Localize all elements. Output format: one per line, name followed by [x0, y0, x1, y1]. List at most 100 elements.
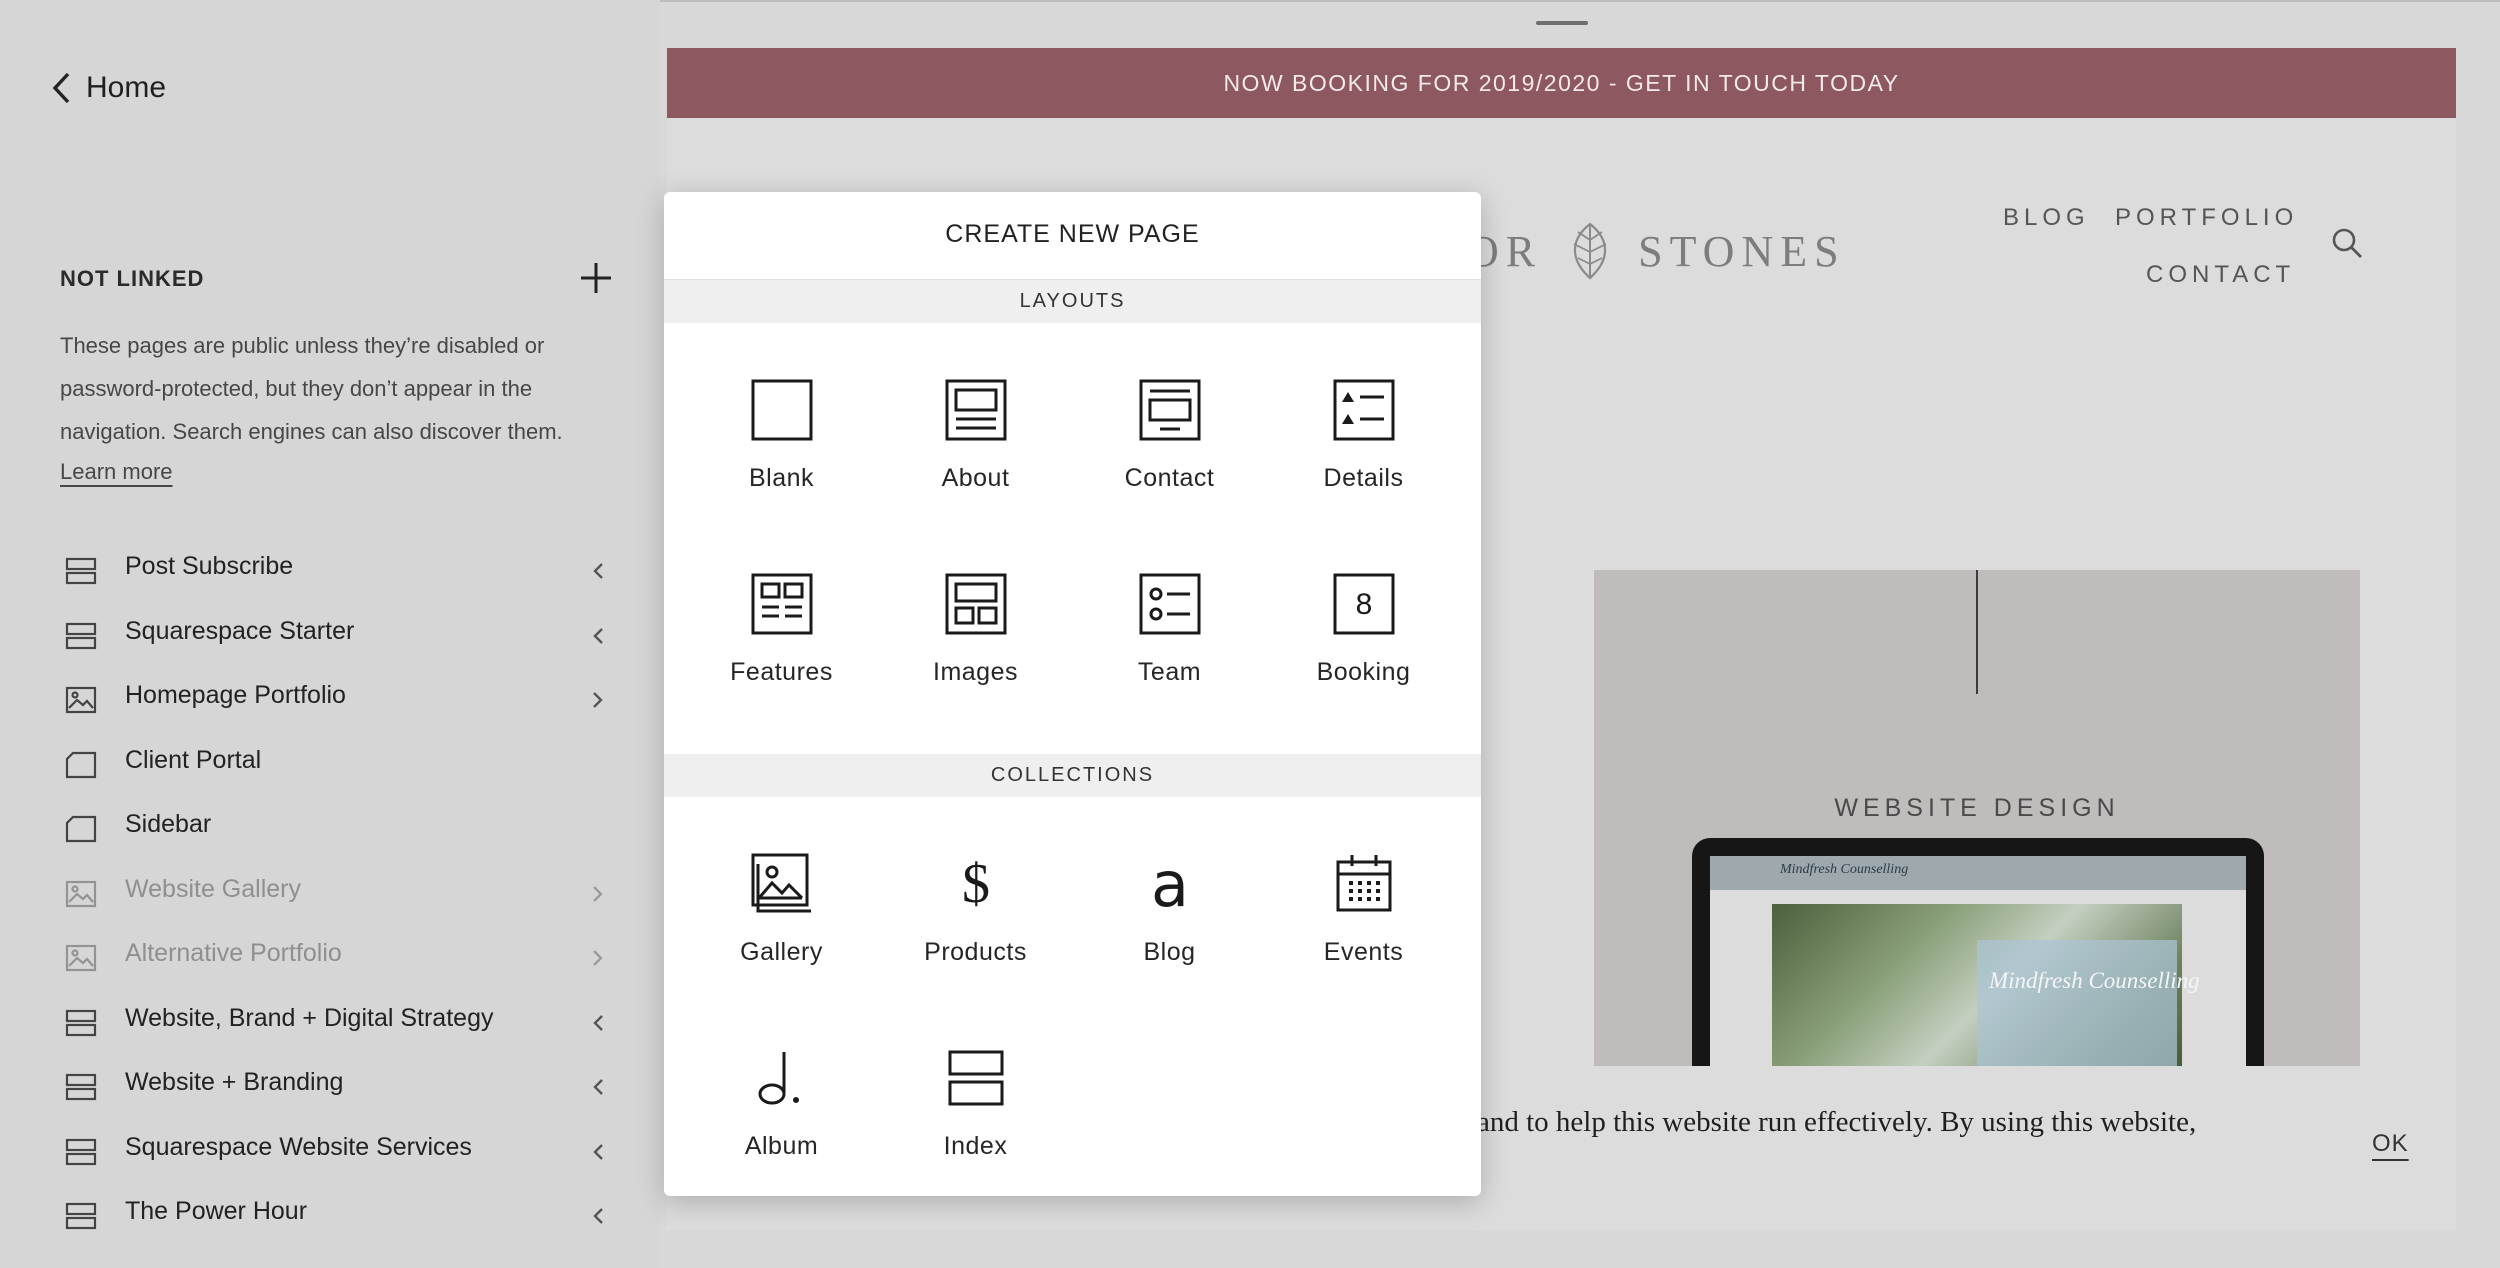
sidebar-page-item[interactable]: Alternative Portfolio [0, 925, 660, 990]
events-collection-icon [1336, 855, 1391, 912]
collections-tile-index[interactable]: Index [879, 991, 1073, 1185]
cookie-notice-text: and to help this website run effectively… [1477, 1106, 2197, 1138]
blog-collection-icon: a [1151, 852, 1189, 916]
add-page-plus-icon[interactable] [576, 258, 616, 298]
sidebar-page-label: Sidebar [125, 810, 212, 838]
site-logo[interactable]: OR STONES [1467, 216, 1846, 286]
index-page-icon [65, 557, 97, 585]
team-layout-icon [1139, 573, 1200, 635]
laptop-mockup: Mindfresh Counselling Mindfresh Counsell… [1692, 838, 2264, 1066]
collections-tile-blog[interactable]: a Blog [1073, 797, 1267, 991]
sidebar-page-label: Website Gallery [125, 874, 301, 903]
booking-layout-icon: 8 [1333, 573, 1394, 635]
tile-label: Gallery [740, 938, 823, 966]
chevron-left-icon[interactable] [591, 1141, 605, 1163]
pages-sidebar: Home NOT LINKED These pages are public u… [0, 0, 660, 1268]
sidebar-page-label: Squarespace Starter [125, 616, 355, 645]
collections-section-header: COLLECTIONS [664, 754, 1481, 797]
blank-layout-icon [751, 379, 812, 441]
layouts-tile-features[interactable]: Features [685, 517, 879, 711]
tile-label: Details [1323, 464, 1404, 492]
about-layout-icon [945, 379, 1006, 441]
leaf-logo-icon [1573, 222, 1607, 280]
tile-label: About [941, 464, 1010, 492]
not-linked-page-list: Post Subscribe Squarespace Starter Homepag… [0, 538, 660, 1248]
learn-more-link[interactable]: Learn more [60, 459, 173, 485]
chevron-right-icon[interactable] [591, 883, 605, 905]
chevron-left-icon[interactable] [591, 1205, 605, 1227]
search-icon[interactable] [2330, 226, 2364, 260]
products-collection-icon: $ [962, 853, 990, 915]
chevron-left-icon[interactable] [591, 625, 605, 647]
layouts-tile-contact[interactable]: Contact [1073, 323, 1267, 517]
chevron-left-icon[interactable] [591, 1012, 605, 1034]
layouts-tile-about[interactable]: About [879, 323, 1073, 517]
collections-grid: Gallery $ Products a Blog Events Album Index [664, 797, 1481, 1185]
layouts-tile-booking[interactable]: 8 Booking [1267, 517, 1461, 711]
sidebar-page-item[interactable]: Client Portal [0, 732, 660, 797]
index-page-icon [65, 1202, 97, 1230]
collections-tile-events[interactable]: Events [1267, 797, 1461, 991]
layouts-grid: Blank About Contact Details Features Images Te… [664, 323, 1481, 711]
portfolio-card[interactable]: WEBSITE DESIGN Mindfresh Counselling Min… [1594, 570, 2360, 1066]
gallery-page-icon [65, 880, 97, 907]
sidebar-page-item[interactable]: Post Subscribe [0, 538, 660, 603]
collections-tile-products[interactable]: $ Products [879, 797, 1073, 991]
tile-label: Album [744, 1132, 819, 1160]
drag-handle[interactable] [1536, 21, 1588, 25]
layouts-tile-blank[interactable]: Blank [685, 323, 879, 517]
products-glyph: $ [962, 853, 990, 915]
sidebar-page-label: Homepage Portfolio [125, 681, 346, 709]
layouts-tile-team[interactable]: Team [1073, 517, 1267, 711]
tile-label: Blog [1143, 938, 1196, 966]
collections-tile-album[interactable]: Album [685, 991, 879, 1185]
regular-page-icon [65, 751, 97, 778]
announcement-banner[interactable]: NOW BOOKING FOR 2019/2020 - GET IN TOUCH… [667, 48, 2456, 118]
sidebar-page-label: Website, Brand + Digital Strategy [125, 1003, 494, 1032]
sidebar-page-item[interactable]: Sidebar [0, 796, 660, 861]
gallery-page-icon [65, 686, 97, 714]
sidebar-page-item[interactable]: Squarespace Website Services [0, 1119, 660, 1184]
chevron-left-icon [52, 72, 70, 104]
sidebar-page-item[interactable]: The Power Hour [0, 1183, 660, 1248]
screen-forest-photo: Mindfresh Counselling [1772, 904, 2200, 1066]
layouts-tile-images[interactable]: Images [879, 517, 1073, 711]
tile-label: Features [730, 658, 833, 686]
sidebar-page-item[interactable]: Website Gallery [0, 861, 660, 926]
announcement-banner-text: NOW BOOKING FOR 2019/2020 - GET IN TOUCH… [1223, 69, 1900, 96]
tile-label: Team [1137, 658, 1202, 686]
sidebar-page-item[interactable]: Website, Brand + Digital Strategy [0, 990, 660, 1055]
chevron-right-icon[interactable] [591, 689, 605, 711]
nav-contact[interactable]: CONTACT [2146, 261, 2295, 289]
index-page-icon [65, 1138, 97, 1165]
screen-overlay: Mindfresh Counselling [1977, 940, 2200, 1066]
index-page-icon [65, 1073, 97, 1101]
sidebar-page-item[interactable]: Website + Branding [0, 1054, 660, 1119]
nav-portfolio[interactable]: PORTFOLIO [2115, 204, 2298, 232]
nav-blog[interactable]: BLOG [2003, 204, 2090, 232]
collections-tile-gallery[interactable]: Gallery [685, 797, 879, 991]
chevron-left-icon[interactable] [591, 1076, 605, 1098]
layouts-tile-details[interactable]: Details [1267, 323, 1461, 517]
booking-glyph: 8 [1355, 588, 1372, 621]
card-divider-line [1976, 570, 1978, 694]
layouts-section-header: LAYOUTS [664, 280, 1481, 323]
cookie-ok-button[interactable]: OK [2372, 1130, 2409, 1158]
screen-nav-bar: Mindfresh Counselling [1710, 856, 2246, 890]
index-collection-icon [948, 1050, 1003, 1106]
screen-brand: Mindfresh Counselling [1780, 862, 1909, 877]
modal-title: CREATE NEW PAGE [945, 220, 1200, 248]
chevron-left-icon[interactable] [591, 560, 605, 582]
images-layout-icon [945, 573, 1006, 635]
chevron-right-icon[interactable] [591, 947, 605, 969]
tile-label: Booking [1316, 658, 1411, 686]
card-title: WEBSITE DESIGN [1834, 794, 2120, 822]
contact-layout-icon [1139, 379, 1200, 441]
sidebar-page-item[interactable]: Squarespace Starter [0, 603, 660, 668]
tile-label: Images [933, 658, 1018, 686]
sidebar-page-label: Alternative Portfolio [125, 939, 342, 967]
not-linked-description: These pages are public unless they’re di… [60, 333, 563, 444]
home-back-link[interactable]: Home [50, 68, 166, 108]
sidebar-page-item[interactable]: Homepage Portfolio [0, 667, 660, 732]
index-page-icon [65, 622, 97, 649]
